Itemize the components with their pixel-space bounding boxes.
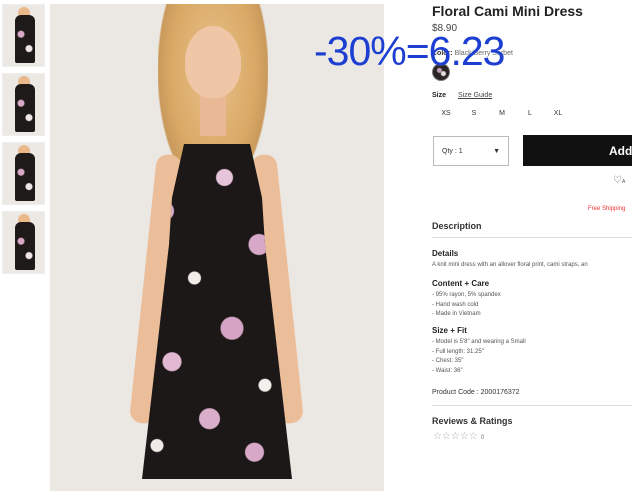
size-option-xl[interactable]: XL (544, 110, 572, 117)
rating-stars[interactable]: ☆☆☆☆☆ 0 (433, 431, 484, 442)
description-heading: Description (432, 221, 482, 231)
heart-icon: ♡ (613, 175, 622, 186)
reviews-heading: Reviews & Ratings (432, 416, 513, 426)
size-fit-heading: Size + Fit (432, 326, 467, 335)
product-code: Product Code : 2000176372 (432, 389, 520, 396)
details-heading: Details (432, 249, 459, 258)
content-care-heading: Content + Care (432, 279, 490, 288)
thumbnail-image[interactable] (2, 211, 45, 274)
size-option-m[interactable]: M (488, 110, 516, 117)
content-line: - Made in Vietnam (432, 311, 481, 317)
size-options: XS S M L XL (432, 110, 572, 117)
product-title: Floral Cami Mini Dress (432, 3, 583, 19)
divider (432, 237, 632, 238)
thumbnail-list (2, 4, 46, 280)
size-option-xs[interactable]: XS (432, 110, 460, 117)
star-icon: ☆☆☆☆☆ (433, 431, 478, 442)
size-guide-link[interactable]: Size Guide (458, 92, 492, 99)
wishlist-link[interactable]: ♡A (613, 175, 625, 186)
size-label: Size (432, 92, 447, 99)
details-text: A knit mini dress with an allover floral… (432, 262, 588, 268)
quantity-value: Qty : 1 (442, 147, 463, 155)
size-option-l[interactable]: L (516, 110, 544, 117)
thumbnail-image[interactable] (2, 73, 45, 136)
free-shipping-text: Free Shipping (588, 206, 626, 212)
size-option-s[interactable]: S (460, 110, 488, 117)
fit-line: - Full length: 31.25" (432, 348, 484, 355)
content-line: - 95% rayon, 5% spandex (432, 292, 501, 298)
add-to-bag-button[interactable]: Add (523, 135, 632, 166)
fit-line: - Model is 5'8" and wearing a Small (432, 339, 526, 345)
fit-line: - Chest: 35" (432, 358, 464, 364)
thumbnail-image[interactable] (2, 142, 45, 205)
chevron-down-icon: ▼ (493, 148, 500, 155)
content-line: - Hand wash cold (432, 301, 479, 308)
size-row: Size Size Guide (432, 92, 492, 99)
thumbnail-image[interactable] (2, 4, 45, 67)
size-fit-list: - Model is 5'8" and wearing a Small - Fu… (432, 338, 526, 376)
product-main-image[interactable] (50, 4, 384, 491)
content-care-list: - 95% rayon, 5% spandex - Hand wash cold… (432, 291, 501, 320)
review-count: 0 (480, 435, 485, 441)
discount-overlay-text: -30%=6.23 (314, 28, 505, 74)
quantity-select[interactable]: Qty : 1 ▼ (433, 136, 509, 166)
divider (432, 405, 632, 406)
fit-line: - Waist: 36" (432, 367, 463, 374)
